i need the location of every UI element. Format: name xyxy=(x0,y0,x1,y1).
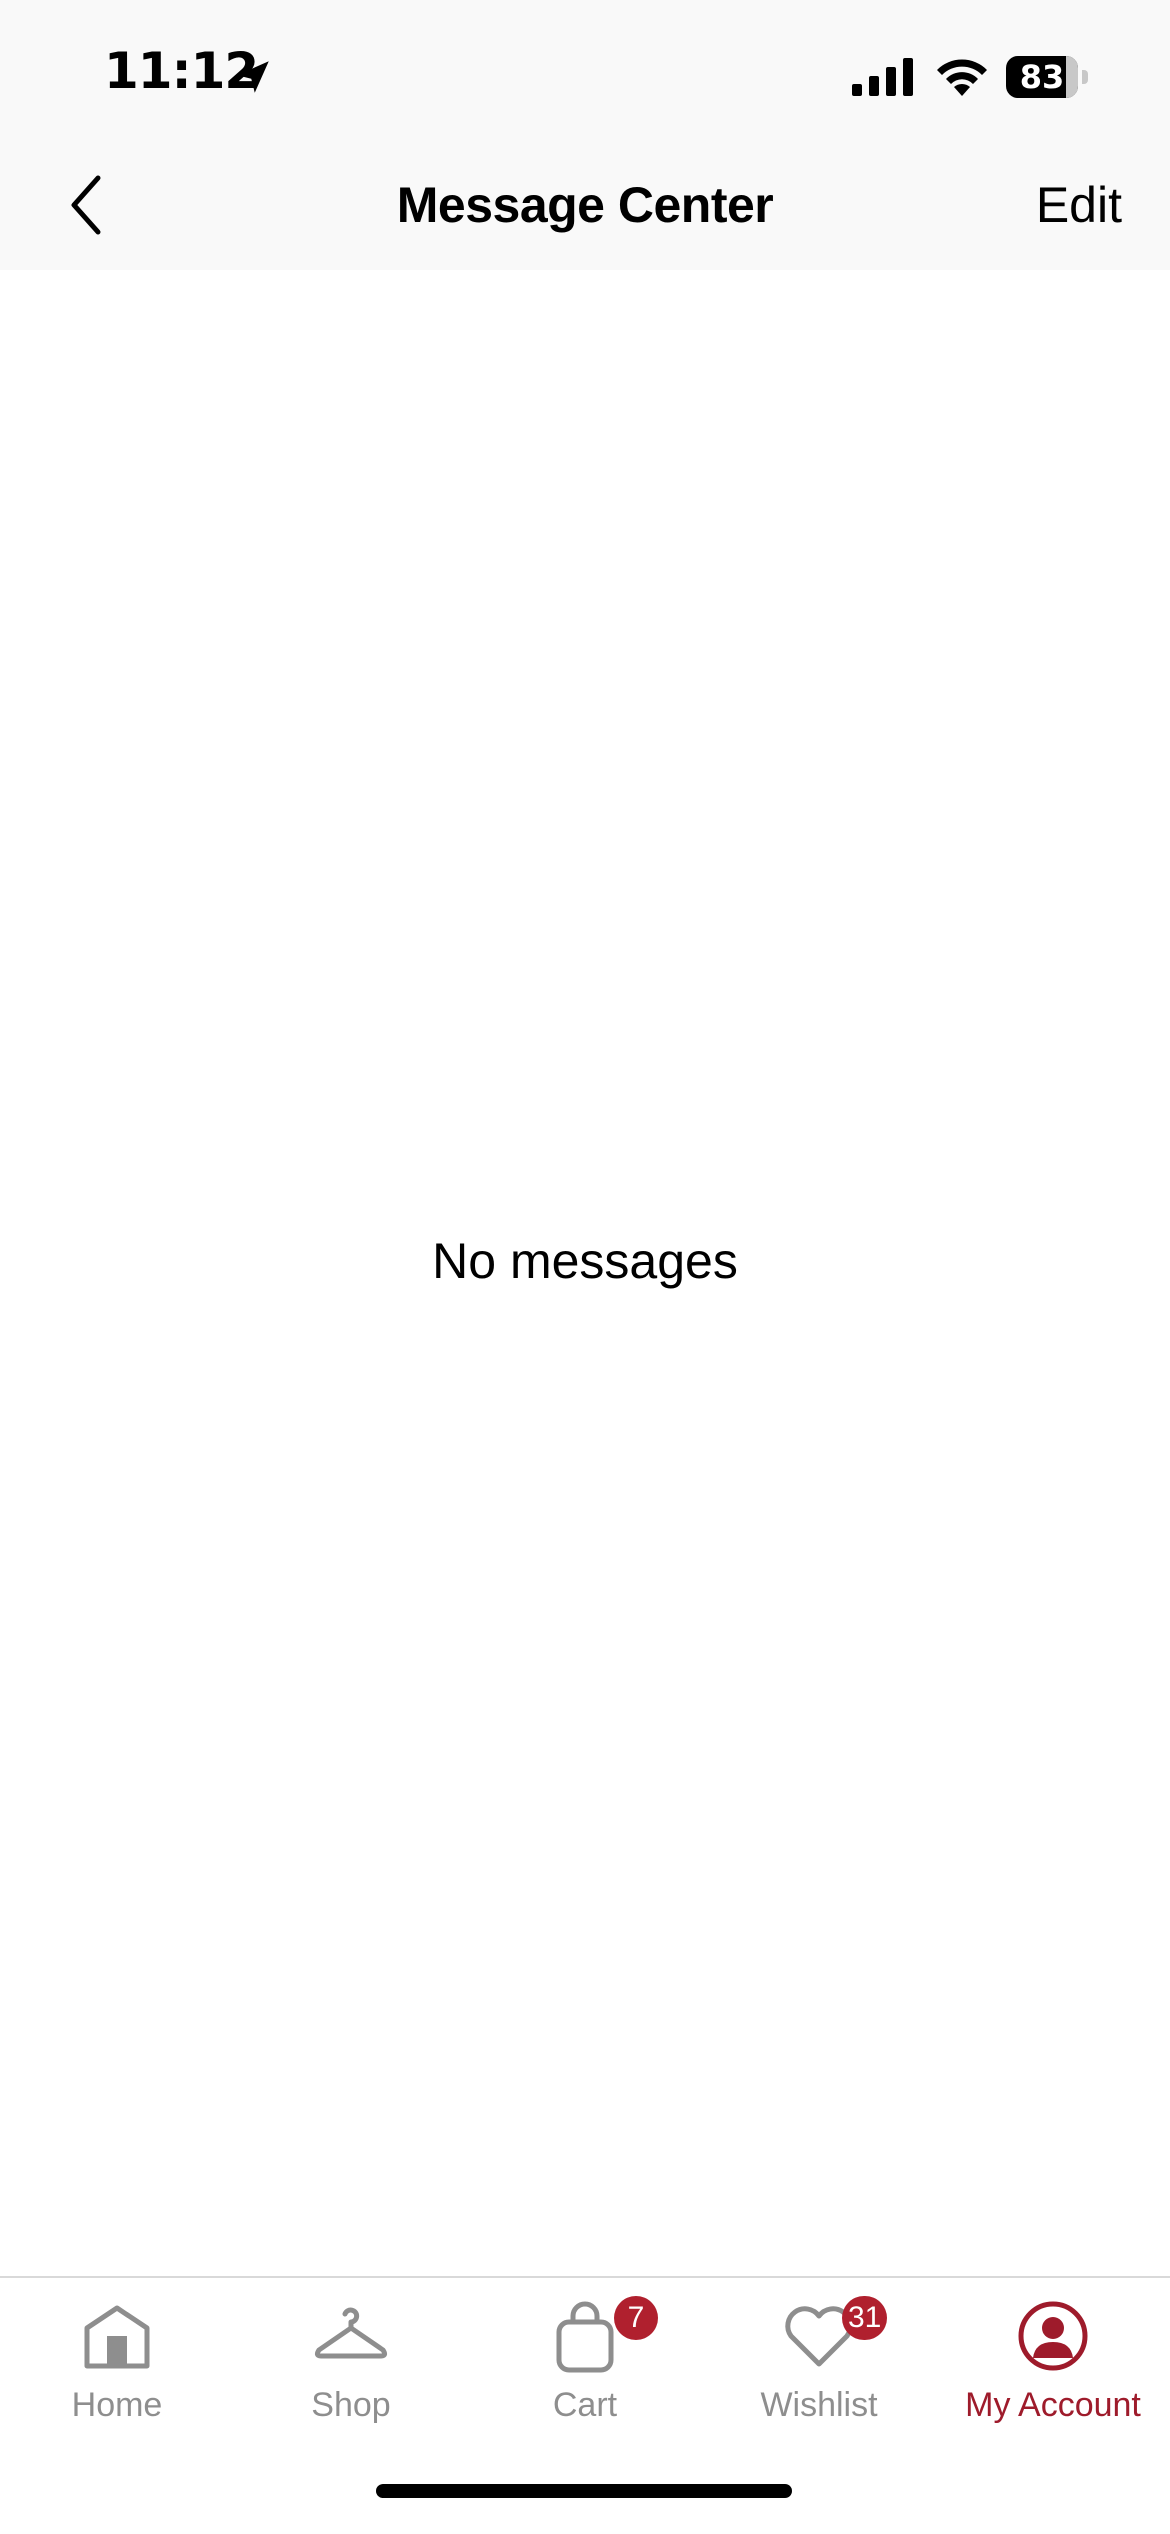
wifi-icon xyxy=(937,59,987,96)
tab-label-my-account: My Account xyxy=(965,2386,1141,2424)
page-title: Message Center xyxy=(396,177,774,233)
tab-label-shop: Shop xyxy=(311,2386,391,2424)
cellular-signal-icon xyxy=(852,58,913,96)
tab-cart[interactable]: 7 Cart xyxy=(468,2278,702,2448)
account-circle-icon xyxy=(1018,2301,1088,2371)
tab-label-home: Home xyxy=(71,2386,163,2424)
location-arrow-icon xyxy=(237,61,269,93)
home-icon xyxy=(84,2305,150,2369)
tab-shop[interactable]: Shop xyxy=(234,2278,468,2448)
tab-home[interactable]: Home xyxy=(0,2278,234,2448)
tab-label-cart: Cart xyxy=(552,2386,618,2424)
empty-state-message: No messages xyxy=(432,1233,738,1289)
navigation-bar: Message Center Edit xyxy=(0,140,1170,270)
cart-badge: 7 xyxy=(614,2296,658,2340)
battery-level: 83 xyxy=(1019,58,1065,96)
tab-label-wishlist: Wishlist xyxy=(760,2386,878,2424)
battery-icon: 83 xyxy=(1006,56,1088,98)
tab-my-account[interactable]: My Account xyxy=(936,2278,1170,2448)
wishlist-badge: 31 xyxy=(842,2296,888,2340)
status-bar: 11:12 83 xyxy=(0,0,1170,140)
tab-wishlist[interactable]: 31 Wishlist xyxy=(702,2278,936,2448)
shopping-bag-icon xyxy=(556,2301,614,2373)
home-indicator xyxy=(376,2484,792,2498)
edit-button[interactable]: Edit xyxy=(1036,176,1122,234)
hanger-icon xyxy=(314,2307,388,2359)
